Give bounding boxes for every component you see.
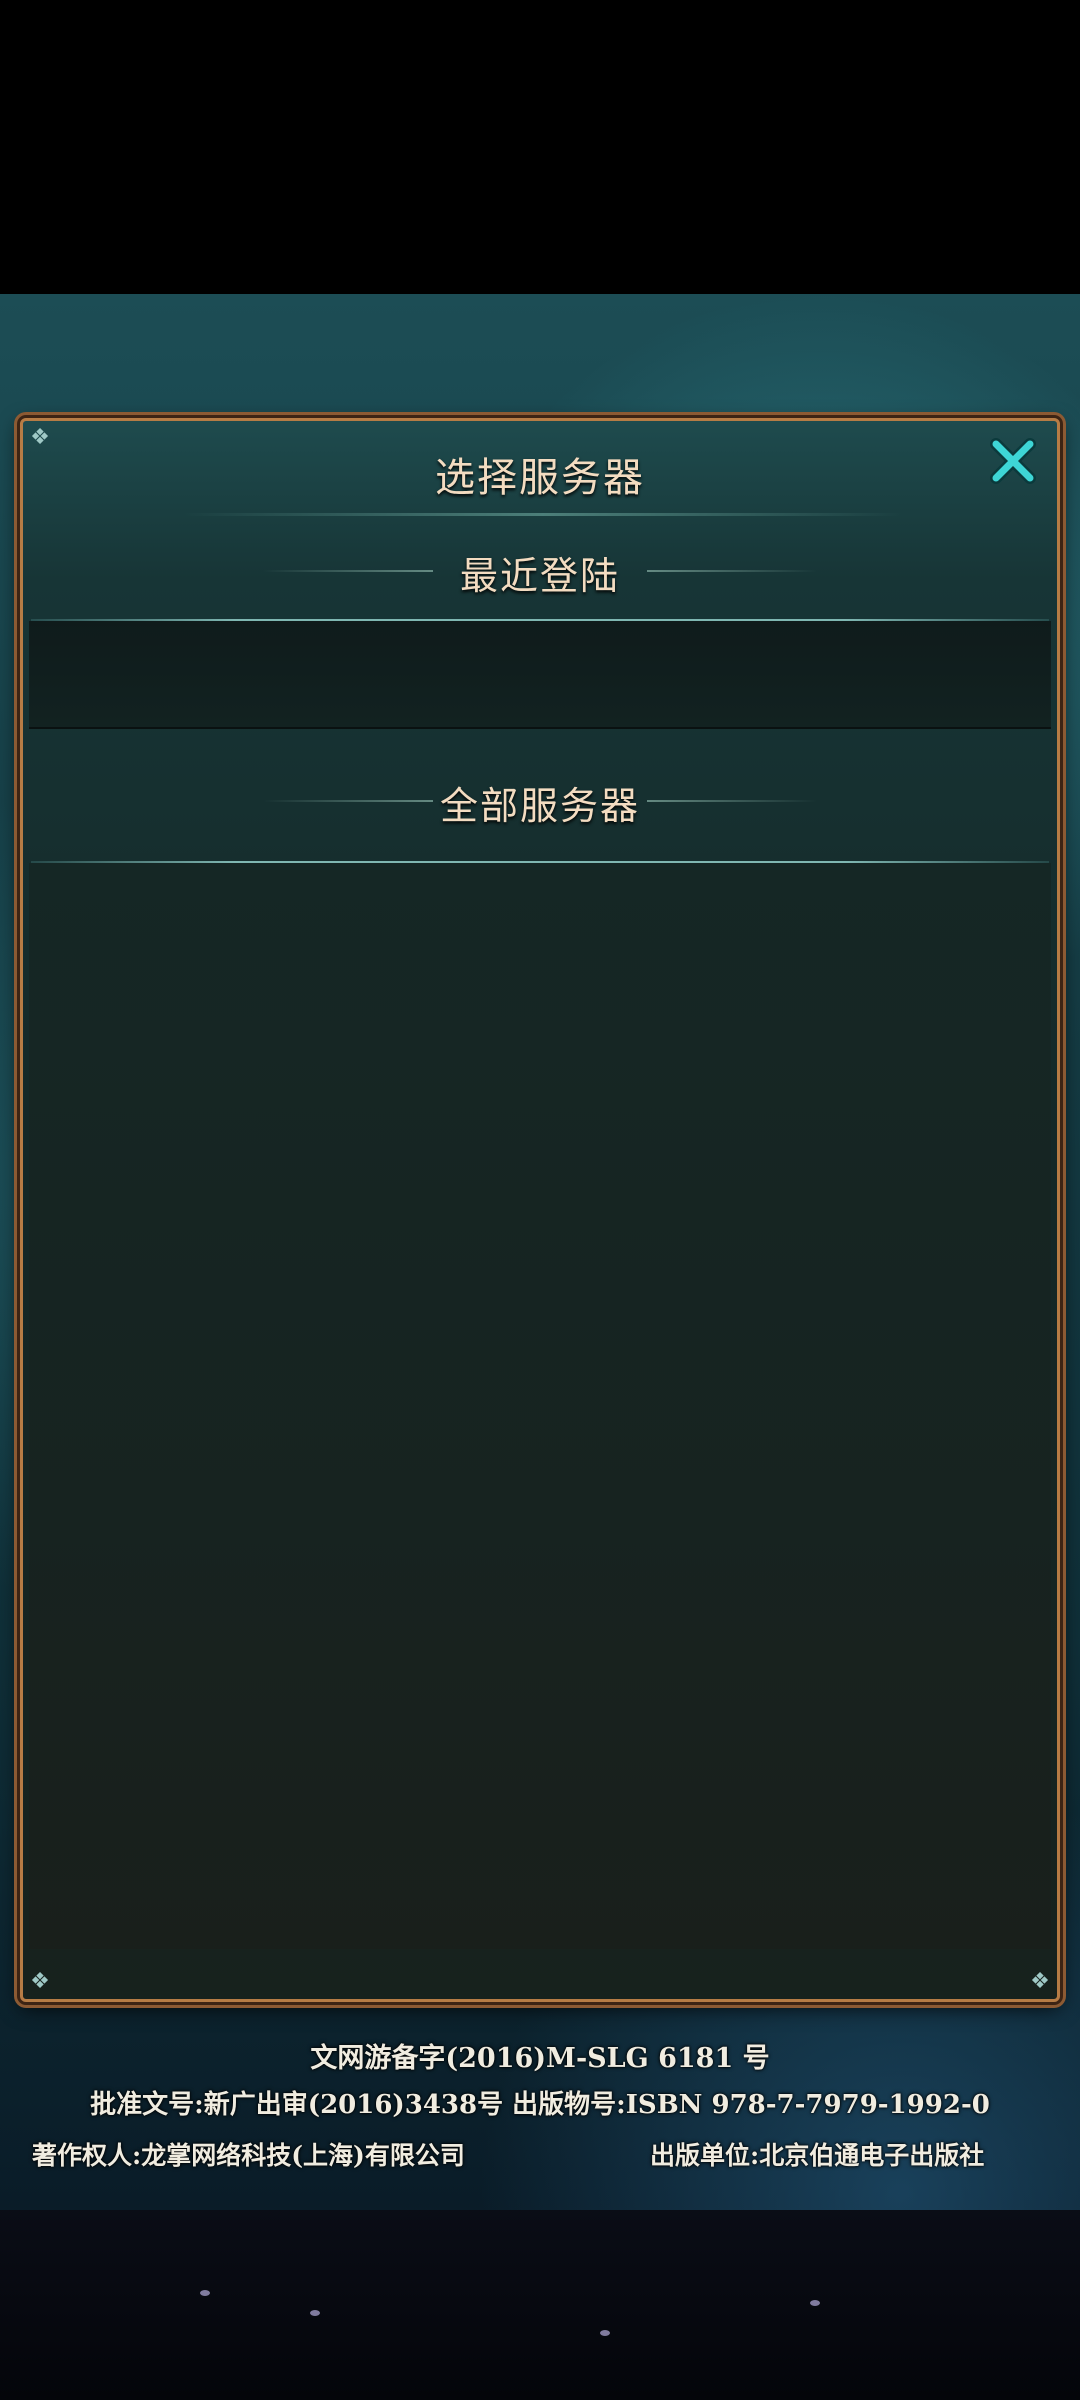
recent-server-list[interactable] [29, 621, 1051, 729]
corner-ornament-icon: ❖ [30, 1969, 50, 1994]
recent-login-label: 最近登陆 [459, 554, 620, 598]
title-divider [183, 513, 903, 516]
approval-line: 批准文号:新广出审(2016)3438号 出版物号:ISBN 978-7-797… [90, 2090, 990, 2120]
publisher-unit: 出版单位:北京伯通电子出版社 [650, 2141, 985, 2170]
license-line: 文网游备字(2016)M-SLG 6181 号 [310, 2043, 770, 2074]
header-ornament [647, 570, 817, 572]
copyright-holder: 著作权人:龙掌网络科技(上海)有限公司 [32, 2141, 465, 2170]
corner-ornament-icon: ❖ [1030, 1969, 1050, 1994]
close-x-icon [990, 438, 1036, 484]
all-server-list[interactable] [29, 863, 1051, 1949]
recent-section-header: 最近登陆 [23, 545, 1057, 598]
close-button[interactable] [981, 429, 1045, 493]
all-servers-label: 全部服务器 [439, 784, 640, 828]
header-ornament [263, 570, 433, 572]
header-ornament [263, 800, 433, 802]
dialog-title: 选择服务器 [435, 455, 645, 501]
server-select-dialog: ❖ ❖ ❖ 选择服务器 最近登陆 全部服务器 [20, 418, 1060, 2002]
all-section-header: 全部服务器 [23, 775, 1057, 828]
header-ornament [647, 800, 817, 802]
bottom-dark-area [0, 2210, 1080, 2400]
